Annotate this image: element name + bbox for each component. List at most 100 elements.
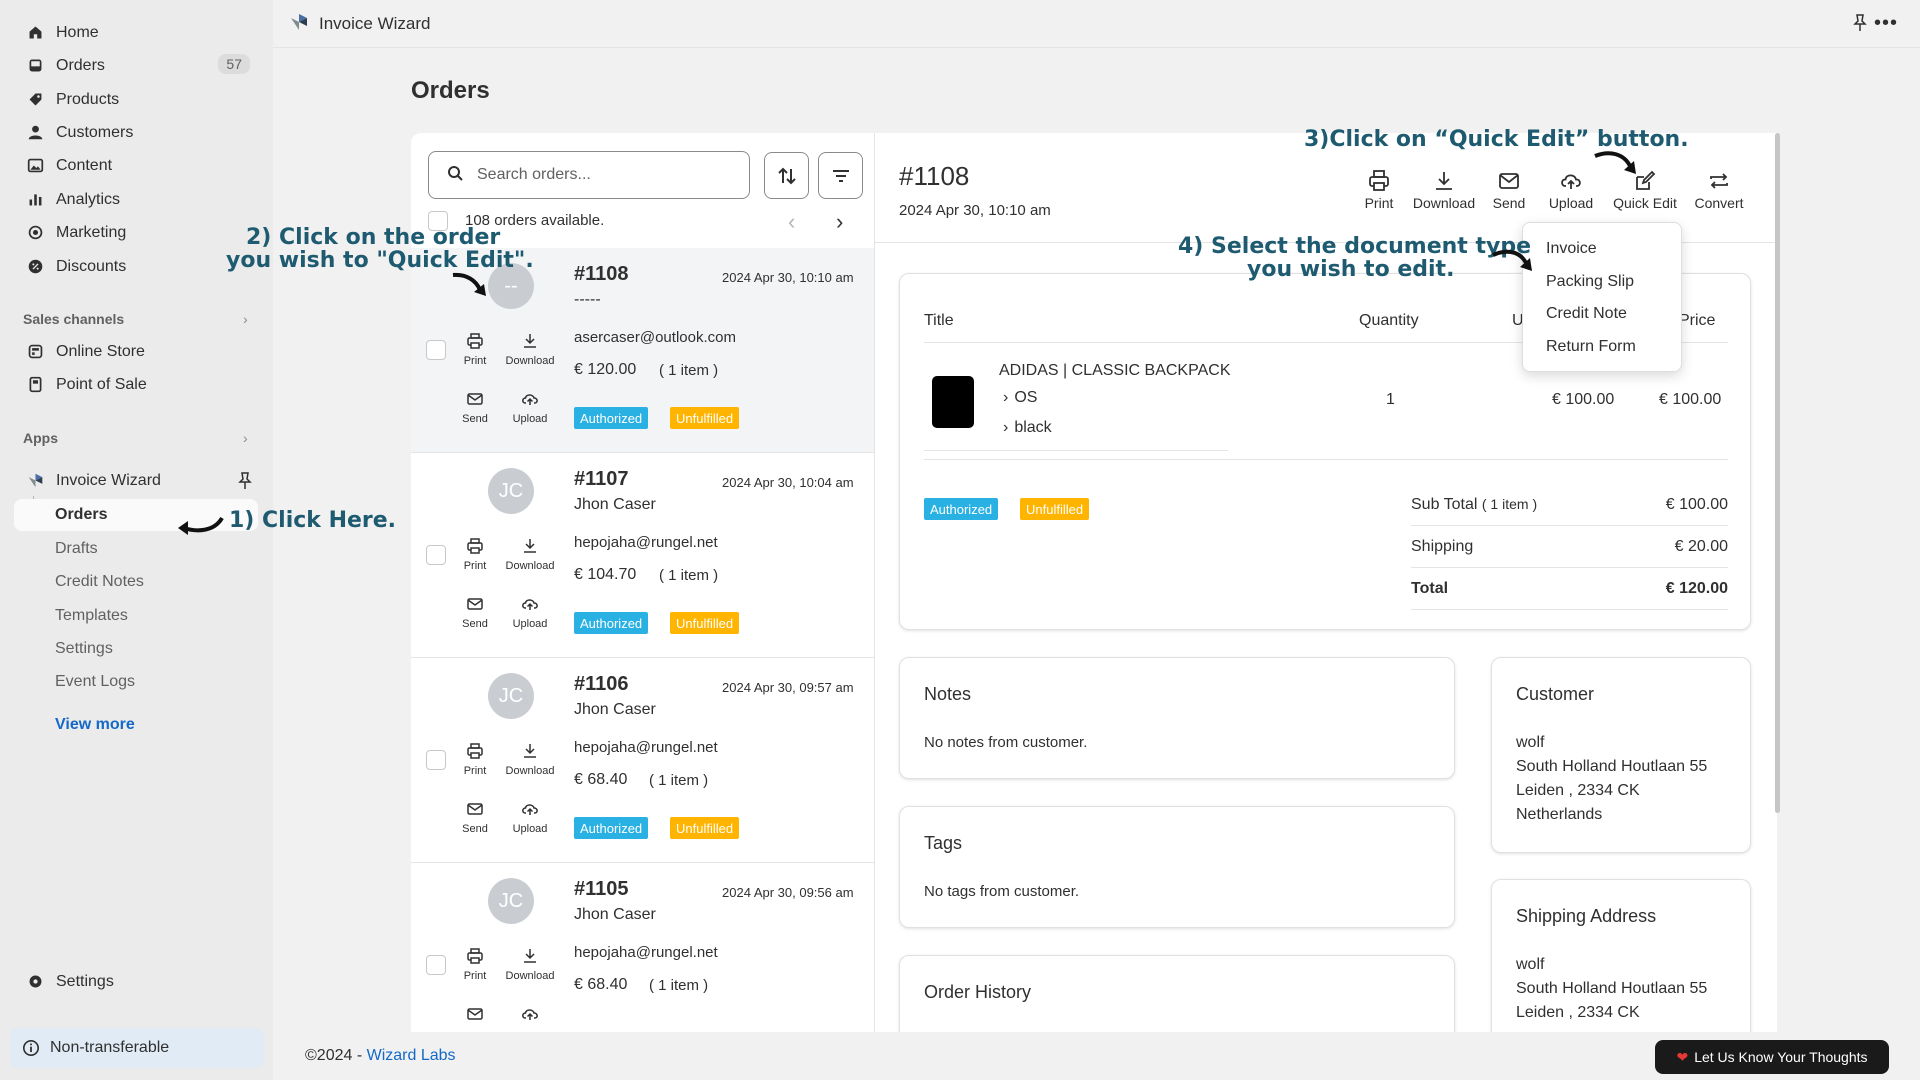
customer-email: hepojaha@rungel.net <box>574 739 718 756</box>
upload-button[interactable]: Upload <box>500 595 560 630</box>
chevron-right-icon[interactable]: › <box>243 311 248 327</box>
nav-orders[interactable]: Orders 57 <box>22 50 258 81</box>
send-button[interactable]: Send <box>1489 169 1529 211</box>
action-label: Print <box>463 560 487 572</box>
app-sub-templates[interactable]: Templates <box>55 607 128 625</box>
row-checkbox[interactable] <box>426 955 446 975</box>
app-sub-event-logs[interactable]: Event Logs <box>55 673 135 691</box>
nav-online-store[interactable]: Online Store <box>22 336 258 367</box>
chevron-right-icon[interactable]: › <box>243 430 248 446</box>
nav-analytics[interactable]: Analytics <box>22 184 258 215</box>
nav-settings[interactable]: Settings <box>22 966 258 997</box>
nav-customers[interactable]: Customers <box>22 117 258 148</box>
printer-icon <box>1369 170 1389 191</box>
print-button[interactable]: Print <box>445 537 505 572</box>
row-checkbox[interactable] <box>426 750 446 770</box>
shipping-address-line: South Holland Houtlaan 55 <box>1516 980 1708 997</box>
shipping-label: Shipping <box>1411 538 1474 555</box>
download-button[interactable]: Download <box>500 537 560 572</box>
non-transferable-banner[interactable]: Non-transferable <box>10 1028 264 1068</box>
total-label: Total <box>1411 580 1449 597</box>
dropdown-item-packing-slip[interactable]: Packing Slip <box>1546 273 1634 291</box>
search-input[interactable] <box>477 166 717 184</box>
view-more-link[interactable]: View more <box>55 716 135 734</box>
app-sub-drafts[interactable]: Drafts <box>55 540 98 558</box>
sort-button[interactable] <box>764 152 809 199</box>
upload-button[interactable]: Upload <box>500 390 560 425</box>
item-quantity: 1 <box>1386 391 1395 408</box>
nav-marketing[interactable]: Marketing <box>22 217 258 248</box>
divider <box>1411 567 1728 568</box>
nav-point-of-sale[interactable]: Point of Sale <box>22 369 258 400</box>
send-button[interactable]: Send <box>445 390 505 425</box>
product-thumbnail <box>932 376 974 428</box>
send-button[interactable]: Send <box>445 595 505 630</box>
target-icon <box>26 224 44 242</box>
order-amount: € 68.40 <box>574 976 628 993</box>
pin-icon[interactable] <box>237 472 253 495</box>
feedback-button[interactable]: ❤ Let Us Know Your Thoughts <box>1655 1040 1889 1074</box>
app-sub-credit-notes[interactable]: Credit Notes <box>55 573 144 591</box>
download-button[interactable]: Download <box>500 742 560 777</box>
divider <box>1411 525 1728 526</box>
app-sub-orders[interactable]: Orders <box>55 506 107 524</box>
prev-page-icon[interactable]: ‹ <box>788 209 795 235</box>
row-checkbox[interactable] <box>426 545 446 565</box>
more-options-icon[interactable]: ••• <box>1874 12 1898 35</box>
nav-home[interactable]: Home <box>22 17 258 48</box>
download-button[interactable]: Download <box>1409 169 1479 211</box>
page-title: Orders <box>411 77 490 104</box>
download-button[interactable]: Download <box>500 947 560 982</box>
store-icon <box>26 343 44 361</box>
send-button[interactable]: Send <box>445 800 505 835</box>
info-icon <box>22 1039 40 1057</box>
customer-name: Jhon Caser <box>574 496 656 513</box>
nav-label: Marketing <box>56 223 127 241</box>
status-badge-unfulfilled: Unfulfilled <box>670 407 740 429</box>
detail-order-number: #1108 <box>899 161 970 191</box>
pin-icon[interactable] <box>1852 14 1868 37</box>
company-link[interactable]: Wizard Labs <box>367 1047 456 1064</box>
nav-label: Point of Sale <box>56 375 147 393</box>
upload-button[interactable]: Upload <box>1544 169 1598 211</box>
scrollbar[interactable] <box>1775 133 1780 813</box>
search-box[interactable] <box>428 151 750 199</box>
dropdown-item-credit-note[interactable]: Credit Note <box>1546 305 1627 323</box>
nav-products[interactable]: Products <box>22 84 258 115</box>
app-sub-settings[interactable]: Settings <box>55 640 113 658</box>
download-button[interactable]: Download <box>500 332 560 367</box>
customer-email: hepojaha@rungel.net <box>574 534 718 551</box>
customer-card: Customer wolf South Holland Houtlaan 55 … <box>1491 657 1751 853</box>
order-row[interactable]: JC #1107 2024 Apr 30, 10:04 am Jhon Case… <box>411 453 874 658</box>
order-history-card: Order History <box>899 955 1455 1033</box>
order-amount: € 68.40 <box>574 771 628 788</box>
print-button[interactable]: Print <box>445 947 505 982</box>
subtotal-value: € 100.00 <box>1665 496 1728 513</box>
order-row[interactable]: JC #1106 2024 Apr 30, 09:57 am Jhon Case… <box>411 658 874 863</box>
order-row[interactable]: JC #1105 2024 Apr 30, 09:56 am Jhon Case… <box>411 863 874 1033</box>
toolbar-label: Print <box>1364 195 1394 211</box>
print-button[interactable]: Print <box>445 742 505 777</box>
nav-discounts[interactable]: Discounts <box>22 251 258 282</box>
upload-button[interactable]: Upload <box>500 800 560 835</box>
filter-icon <box>832 169 849 182</box>
send-button[interactable] <box>445 1005 505 1028</box>
convert-button[interactable]: Convert <box>1690 169 1748 211</box>
convert-icon <box>1710 173 1728 189</box>
print-button[interactable]: Print <box>445 332 505 367</box>
filter-button[interactable] <box>818 152 863 199</box>
shipping-city: Leiden , 2334 CK <box>1516 1004 1640 1021</box>
nav-invoice-wizard[interactable]: Invoice Wizard <box>22 465 258 496</box>
printer-icon <box>467 538 483 554</box>
order-number: #1108 <box>574 263 629 285</box>
nav-content[interactable]: Content <box>22 150 258 181</box>
row-checkbox[interactable] <box>426 340 446 360</box>
action-label: Download <box>505 355 555 367</box>
mail-icon <box>467 598 483 610</box>
sort-icon <box>777 167 796 184</box>
dropdown-item-return-form[interactable]: Return Form <box>1546 338 1636 356</box>
next-page-icon[interactable]: › <box>836 209 843 235</box>
upload-button[interactable] <box>500 1005 560 1028</box>
print-button[interactable]: Print <box>1359 169 1399 211</box>
dropdown-item-invoice[interactable]: Invoice <box>1546 240 1597 258</box>
